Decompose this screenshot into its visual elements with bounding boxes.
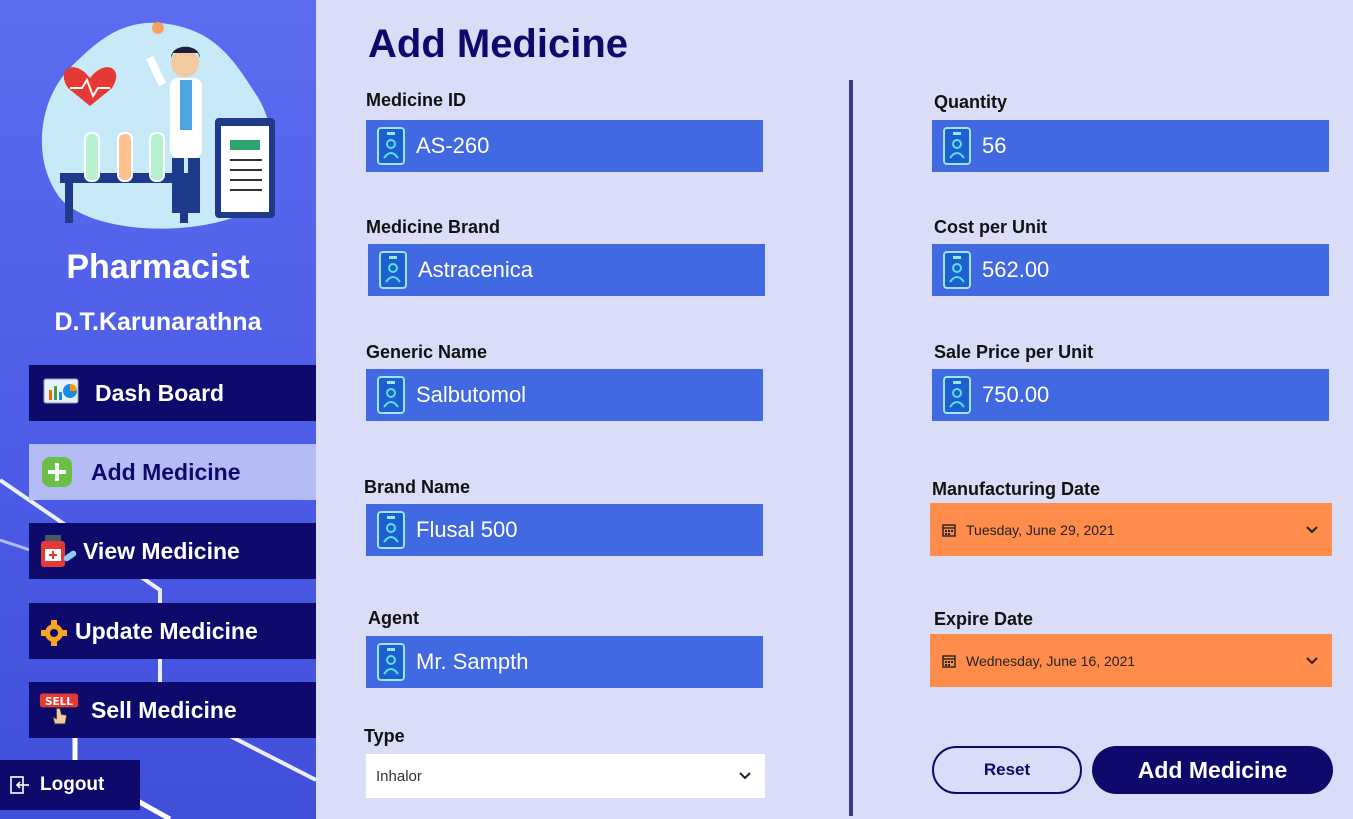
brand-name-value: Flusal 500 [416, 517, 518, 542]
manufacturing-date-picker[interactable]: Tuesday, June 29, 2021 [930, 503, 1332, 556]
nav-update-medicine-button[interactable]: Update Medicine [29, 603, 316, 659]
cost-per-unit-value: 562.00 [982, 257, 1050, 282]
id-card-icon [943, 376, 971, 414]
medicine-bottle-icon [37, 534, 77, 568]
quantity-value: 56 [982, 133, 1007, 158]
nav-sell-medicine-label: Sell Medicine [91, 696, 237, 723]
generic-name-field[interactable]: Salbutomol [366, 369, 763, 421]
type-label: Type [364, 726, 405, 746]
manufacturing-date-label: Manufacturing Date [932, 479, 1101, 499]
medicine-brand-field[interactable]: Astracenica [368, 244, 765, 296]
id-card-icon [377, 376, 405, 414]
agent-value: Mr. Sampth [416, 649, 529, 674]
nav-add-medicine-label: Add Medicine [91, 458, 241, 485]
sale-price-value: 750.00 [982, 382, 1050, 407]
nav-view-medicine-button[interactable]: View Medicine [29, 523, 316, 579]
medicine-id-field[interactable]: AS-260 [366, 120, 763, 172]
sell-hand-icon: SELL [39, 693, 79, 727]
brand-name-field[interactable]: Flusal 500 [366, 504, 763, 556]
id-card-icon [377, 511, 405, 549]
id-card-icon [377, 127, 405, 165]
main-content: Add Medicine Medicine ID AS-260 Medicine… [316, 0, 1353, 819]
medicine-brand-value: Astracenica [418, 257, 533, 282]
nav-view-medicine-label: View Medicine [83, 537, 240, 564]
reset-button[interactable]: Reset [932, 746, 1082, 794]
chevron-down-icon [1306, 525, 1318, 534]
nav-dashboard-label: Dash Board [95, 379, 225, 406]
id-card-icon [377, 643, 405, 681]
quantity-field[interactable]: 56 [932, 120, 1329, 172]
medicine-id-label: Medicine ID [366, 90, 467, 110]
chevron-down-icon [1306, 656, 1318, 665]
add-medicine-button[interactable]: Add Medicine [1092, 746, 1333, 794]
sale-price-label: Sale Price per Unit [934, 342, 1094, 362]
type-value: Inhalor [376, 767, 422, 785]
page-title: Add Medicine [368, 22, 629, 66]
nav-add-medicine-button[interactable]: Add Medicine [29, 444, 316, 500]
nav-dashboard-button[interactable]: Dash Board [29, 365, 316, 421]
quantity-label: Quantity [934, 92, 1008, 112]
sale-price-field[interactable]: 750.00 [932, 369, 1329, 421]
chevron-down-icon [739, 772, 751, 780]
calendar-icon [942, 523, 956, 537]
plus-icon [37, 455, 77, 489]
dashboard-chart-icon [41, 376, 81, 410]
sidebar: Pharmacist D.T.Karunarathna Dash Board A… [0, 0, 316, 819]
user-name: D.T.Karunarathna [54, 308, 262, 336]
logout-label: Logout [40, 774, 105, 795]
logout-button[interactable]: Logout [0, 760, 140, 810]
expire-date-picker[interactable]: Wednesday, June 16, 2021 [930, 634, 1332, 687]
generic-name-label: Generic Name [366, 342, 488, 362]
agent-field[interactable]: Mr. Sampth [366, 636, 763, 688]
svg-text:SELL: SELL [45, 696, 73, 708]
id-card-icon [379, 251, 407, 289]
brand-name-label: Brand Name [364, 477, 471, 497]
gear-icon [37, 614, 71, 648]
nav-sell-medicine-button[interactable]: SELL Sell Medicine [29, 682, 316, 738]
medicine-id-value: AS-260 [416, 133, 490, 158]
medicine-brand-label: Medicine Brand [366, 217, 501, 237]
agent-label: Agent [368, 608, 419, 628]
cost-per-unit-field[interactable]: 562.00 [932, 244, 1329, 296]
id-card-icon [943, 127, 971, 165]
user-role: Pharmacist [66, 248, 250, 286]
id-card-icon [943, 251, 971, 289]
generic-name-value: Salbutomol [416, 382, 527, 407]
column-divider [849, 80, 853, 816]
expire-date-label: Expire Date [934, 609, 1034, 629]
expire-date-value: Wednesday, June 16, 2021 [966, 652, 1136, 669]
calendar-icon [942, 654, 956, 668]
logout-icon [10, 776, 30, 794]
nav-update-medicine-label: Update Medicine [75, 617, 258, 644]
cost-per-unit-label: Cost per Unit [934, 217, 1048, 237]
pharmacist-illustration [41, 22, 275, 229]
manufacturing-date-value: Tuesday, June 29, 2021 [966, 521, 1115, 538]
type-select[interactable]: Inhalor [366, 754, 765, 798]
